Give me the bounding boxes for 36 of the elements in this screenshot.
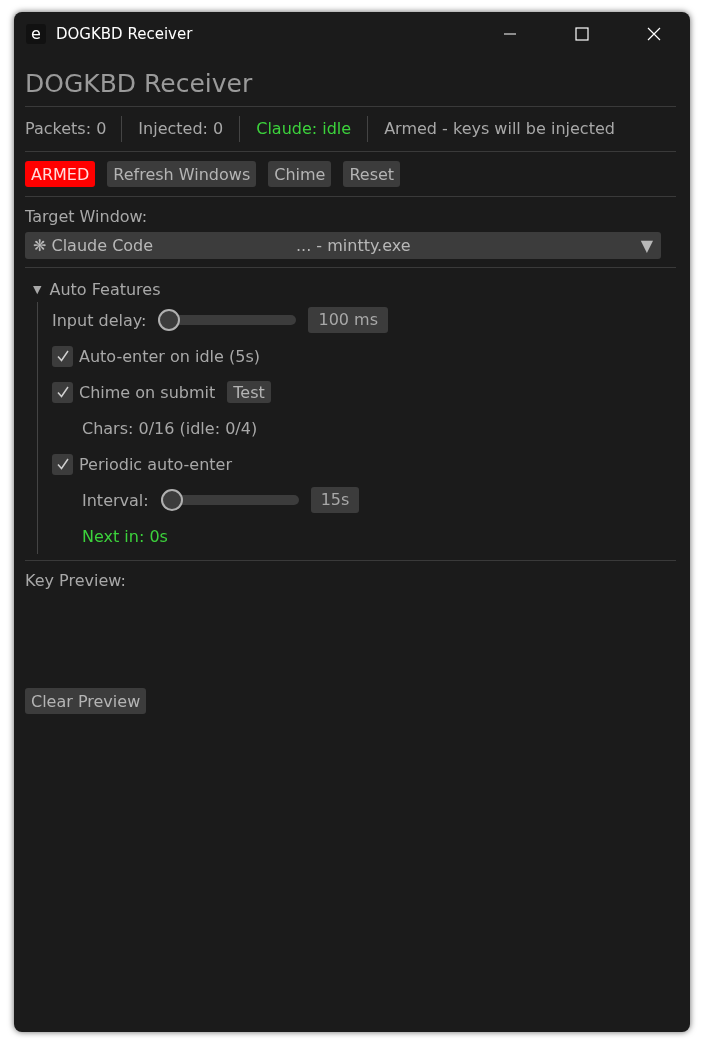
clear-preview-button[interactable]: Clear Preview: [25, 688, 147, 714]
status-text: Claude: idle: [239, 116, 368, 142]
next-in-status: Next in: 0s: [82, 526, 168, 546]
status-text: Injected: 0: [121, 116, 240, 142]
checkbox[interactable]: [52, 345, 73, 367]
close-icon[interactable]: [646, 25, 662, 42]
slider[interactable]: [158, 309, 297, 331]
slider[interactable]: [160, 489, 299, 511]
armed-button[interactable]: ARMED: [25, 161, 96, 187]
slider-label: Interval:: [82, 490, 149, 510]
section-title[interactable]: Auto Features: [49, 279, 161, 299]
checkbox-label: Auto-enter on idle (5s): [79, 346, 260, 366]
value-field[interactable]: 15s: [310, 487, 360, 513]
slider-label: Input delay:: [52, 310, 147, 330]
chars-count: Chars: 0/16 (idle: 0/4): [82, 418, 258, 438]
app-heading: DOGKBD Receiver: [25, 68, 254, 100]
checkbox-label: Periodic auto-enter: [79, 454, 232, 474]
checkbox-label: Chime on submit: [79, 382, 216, 402]
key-preview-label: Key Preview:: [25, 570, 127, 592]
slider-thumb[interactable]: [160, 489, 183, 511]
window-title: DOGKBD Receiver: [56, 24, 194, 43]
toolbar-button[interactable]: Refresh Windows: [107, 161, 257, 187]
toolbar-button[interactable]: Chime: [268, 161, 332, 187]
status-text: Armed - keys will be injected: [367, 116, 631, 142]
checkbox[interactable]: [52, 381, 73, 403]
app-icon: e: [26, 23, 46, 44]
test-button[interactable]: Test: [227, 381, 271, 403]
target-window-label: Target Window:: [25, 206, 149, 228]
value-field[interactable]: 100 ms: [308, 307, 388, 333]
expand-arrow[interactable]: ▼: [33, 282, 42, 296]
status-text: Packets: 0: [25, 118, 108, 140]
slider-thumb[interactable]: [158, 309, 181, 331]
maximize-icon[interactable]: [574, 25, 590, 42]
checkbox[interactable]: [52, 453, 73, 475]
toolbar-button[interactable]: Reset: [343, 161, 401, 187]
target-window-dropdown[interactable]: ❋ Claude Code ... - mintty.exe ▼: [25, 232, 661, 259]
